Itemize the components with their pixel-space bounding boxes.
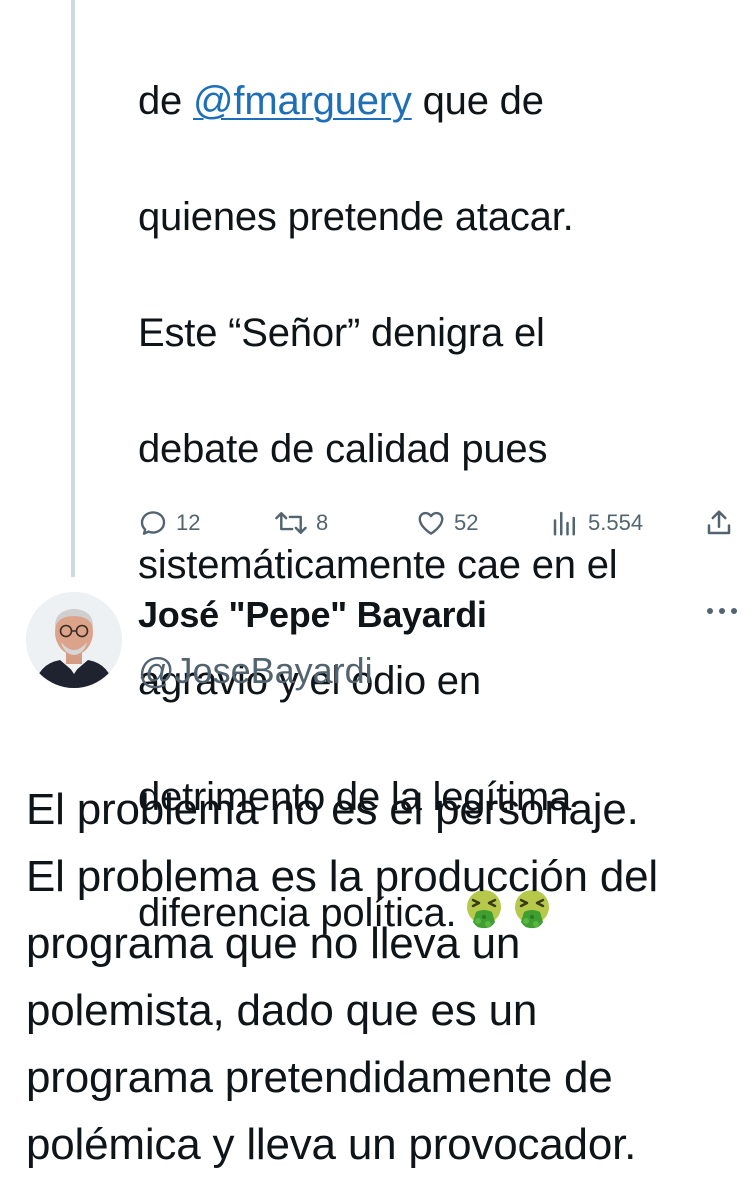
tweet-text-line: polémica y lleva un provocador.	[26, 1120, 637, 1169]
retweet-icon	[274, 508, 308, 538]
parent-tweet-line-1: de @fmarguery que de	[138, 72, 738, 130]
like-count: 52	[454, 510, 479, 535]
thread-connector-line	[71, 0, 75, 577]
heart-icon	[416, 508, 446, 538]
tweet-text-line: programa que no lleva un	[26, 919, 521, 968]
user-handle[interactable]: @JoseBayardi	[138, 650, 373, 692]
more-dots-icon	[706, 602, 738, 620]
avatar[interactable]	[26, 592, 122, 688]
share-icon	[704, 508, 734, 538]
tweet-text-line: polemista, dado que es un	[26, 986, 538, 1035]
share-button[interactable]	[704, 503, 734, 543]
views-button[interactable]: 5.554	[550, 503, 643, 543]
parent-text-line: Este “Señor” denigra el	[138, 311, 545, 355]
analytics-icon	[550, 508, 580, 538]
more-options-button[interactable]	[704, 596, 740, 626]
tweet-text-line: programa pretendidamente de	[26, 1053, 613, 1102]
tweet-text-line: El problema no es el personaje.	[26, 785, 639, 834]
retweet-count: 8	[316, 510, 329, 535]
reply-button[interactable]: 12	[138, 503, 200, 543]
tweet-actions-bar: 12 8 52 5.554	[138, 503, 738, 543]
parent-text-line: que de	[411, 79, 544, 123]
like-button[interactable]: 52	[416, 503, 478, 543]
views-count: 5.554	[588, 510, 644, 535]
reply-tweet-text: El problema no es el personaje. El probl…	[26, 776, 746, 1178]
parent-text-prefix: de	[138, 79, 194, 123]
retweet-button[interactable]: 8	[274, 503, 328, 543]
display-name[interactable]: José "Pepe" Bayardi	[138, 594, 487, 636]
parent-text-line: quienes pretende atacar.	[138, 195, 574, 239]
parent-text-line: sistemáticamente cae en el	[138, 543, 618, 587]
tweet-text-line: El problema es la producción del	[26, 852, 658, 901]
mention-link[interactable]: @fmarguery	[193, 79, 412, 123]
reply-icon	[138, 508, 168, 538]
reply-count: 12	[176, 510, 201, 535]
parent-text-line: debate de calidad pues	[138, 427, 548, 471]
